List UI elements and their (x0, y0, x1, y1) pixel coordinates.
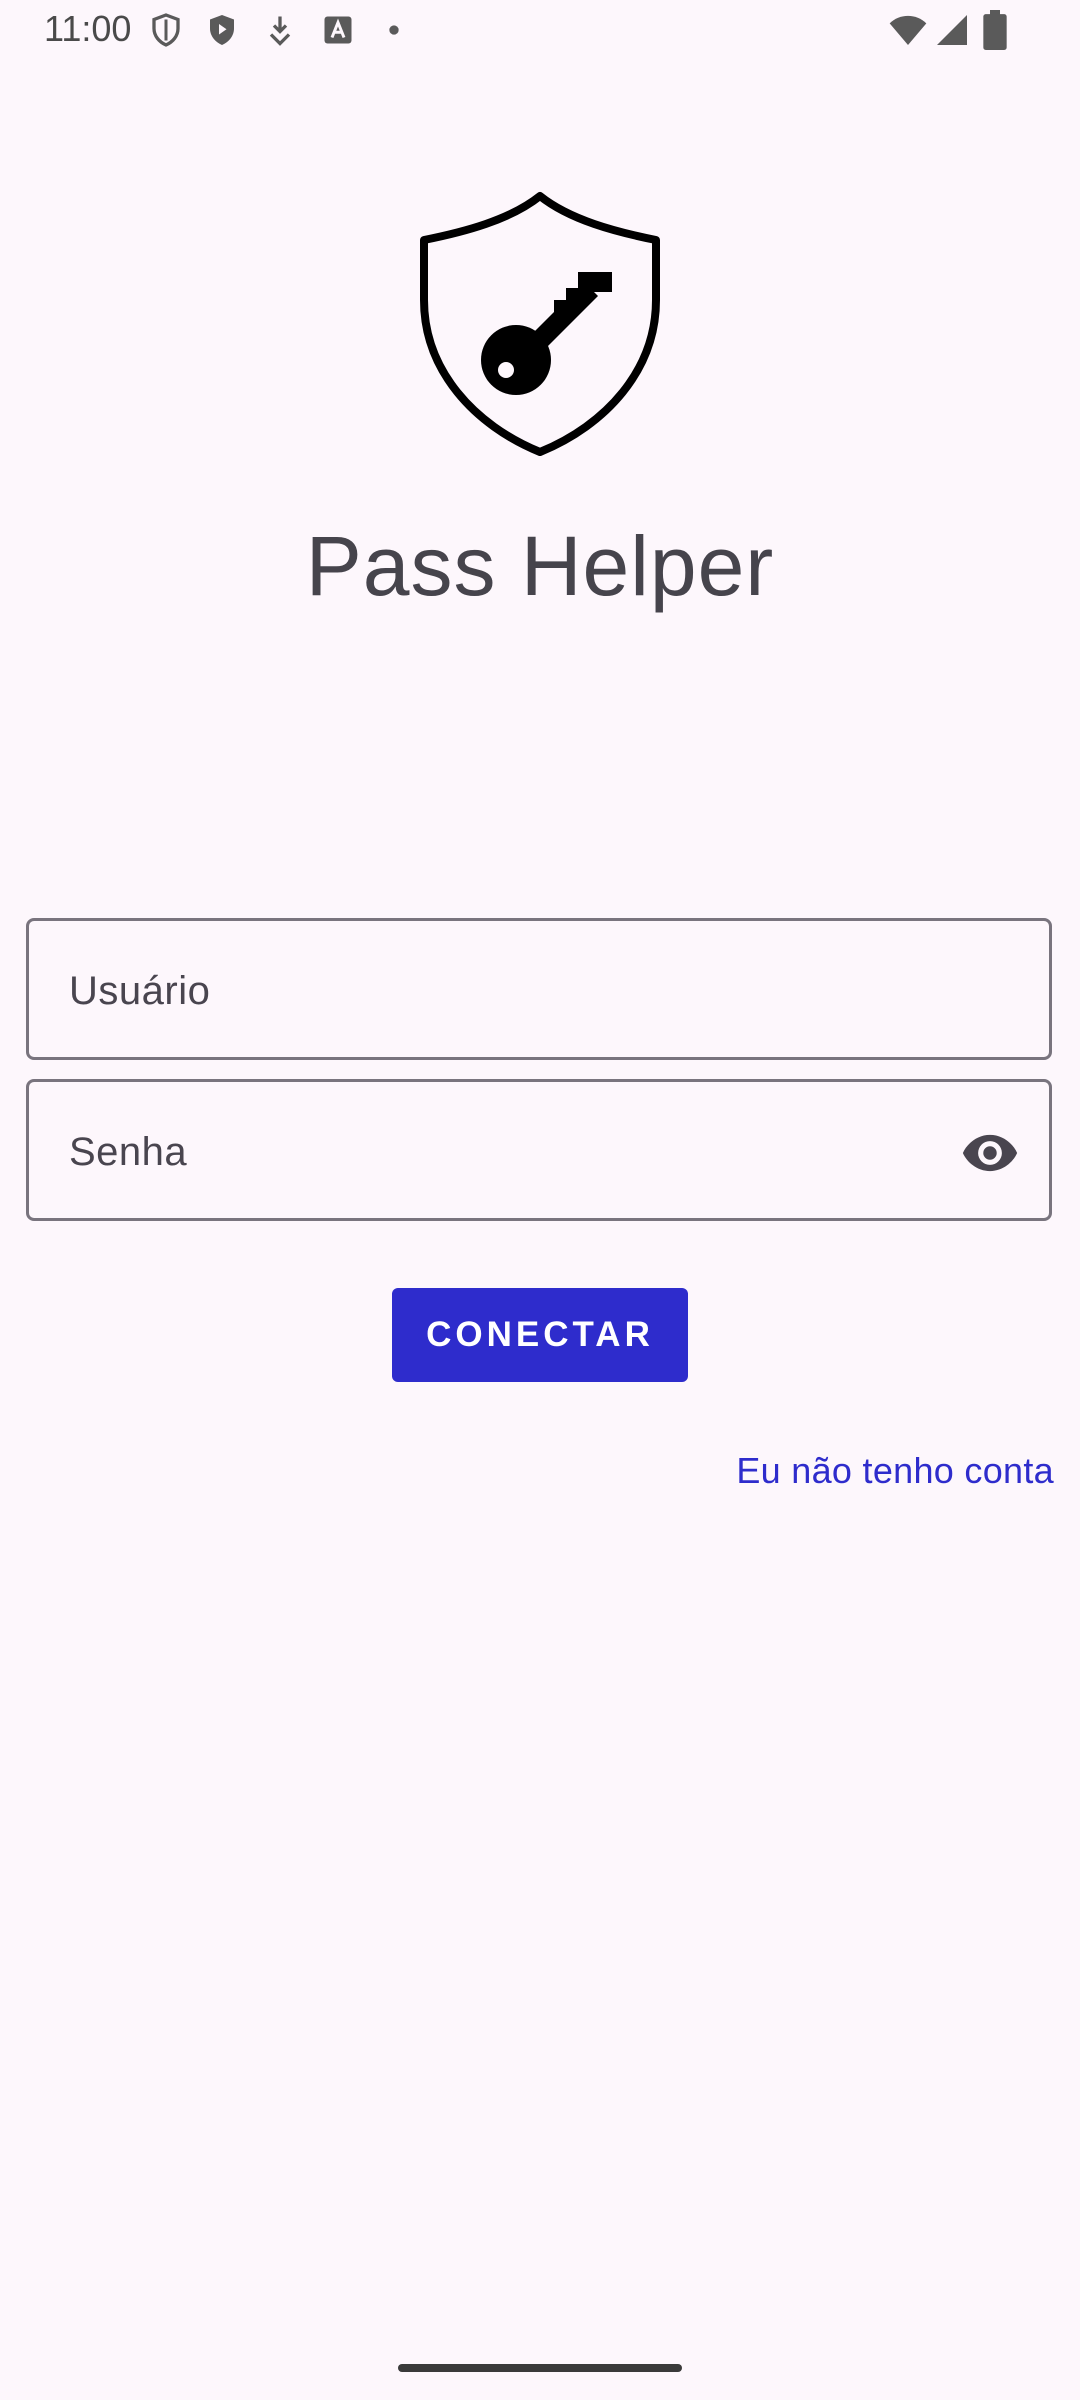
status-time: 11:00 (44, 8, 132, 49)
app-title: Pass Helper (305, 519, 775, 613)
password-label: Senha (69, 1130, 188, 1174)
password-field[interactable]: Senha (26, 1079, 1052, 1221)
play-shield-icon (204, 12, 240, 48)
dot-icon (380, 16, 408, 44)
battery-icon (982, 10, 1008, 50)
shield-outline-icon (148, 12, 184, 48)
download-icon (262, 12, 298, 48)
username-field[interactable]: Usuário (26, 918, 1052, 1060)
connect-button[interactable]: CONECTAR (392, 1288, 688, 1382)
shield-key-logo (414, 190, 666, 460)
home-indicator[interactable] (398, 2364, 682, 2372)
status-bar: 11:00 (0, 0, 1080, 60)
username-label: Usuário (69, 969, 211, 1013)
cellular-signal-icon (934, 12, 970, 48)
font-a-icon (320, 12, 356, 48)
no-account-link[interactable]: Eu não tenho conta (736, 1450, 1054, 1492)
wifi-icon (888, 10, 928, 50)
eye-icon[interactable] (959, 1122, 1021, 1184)
